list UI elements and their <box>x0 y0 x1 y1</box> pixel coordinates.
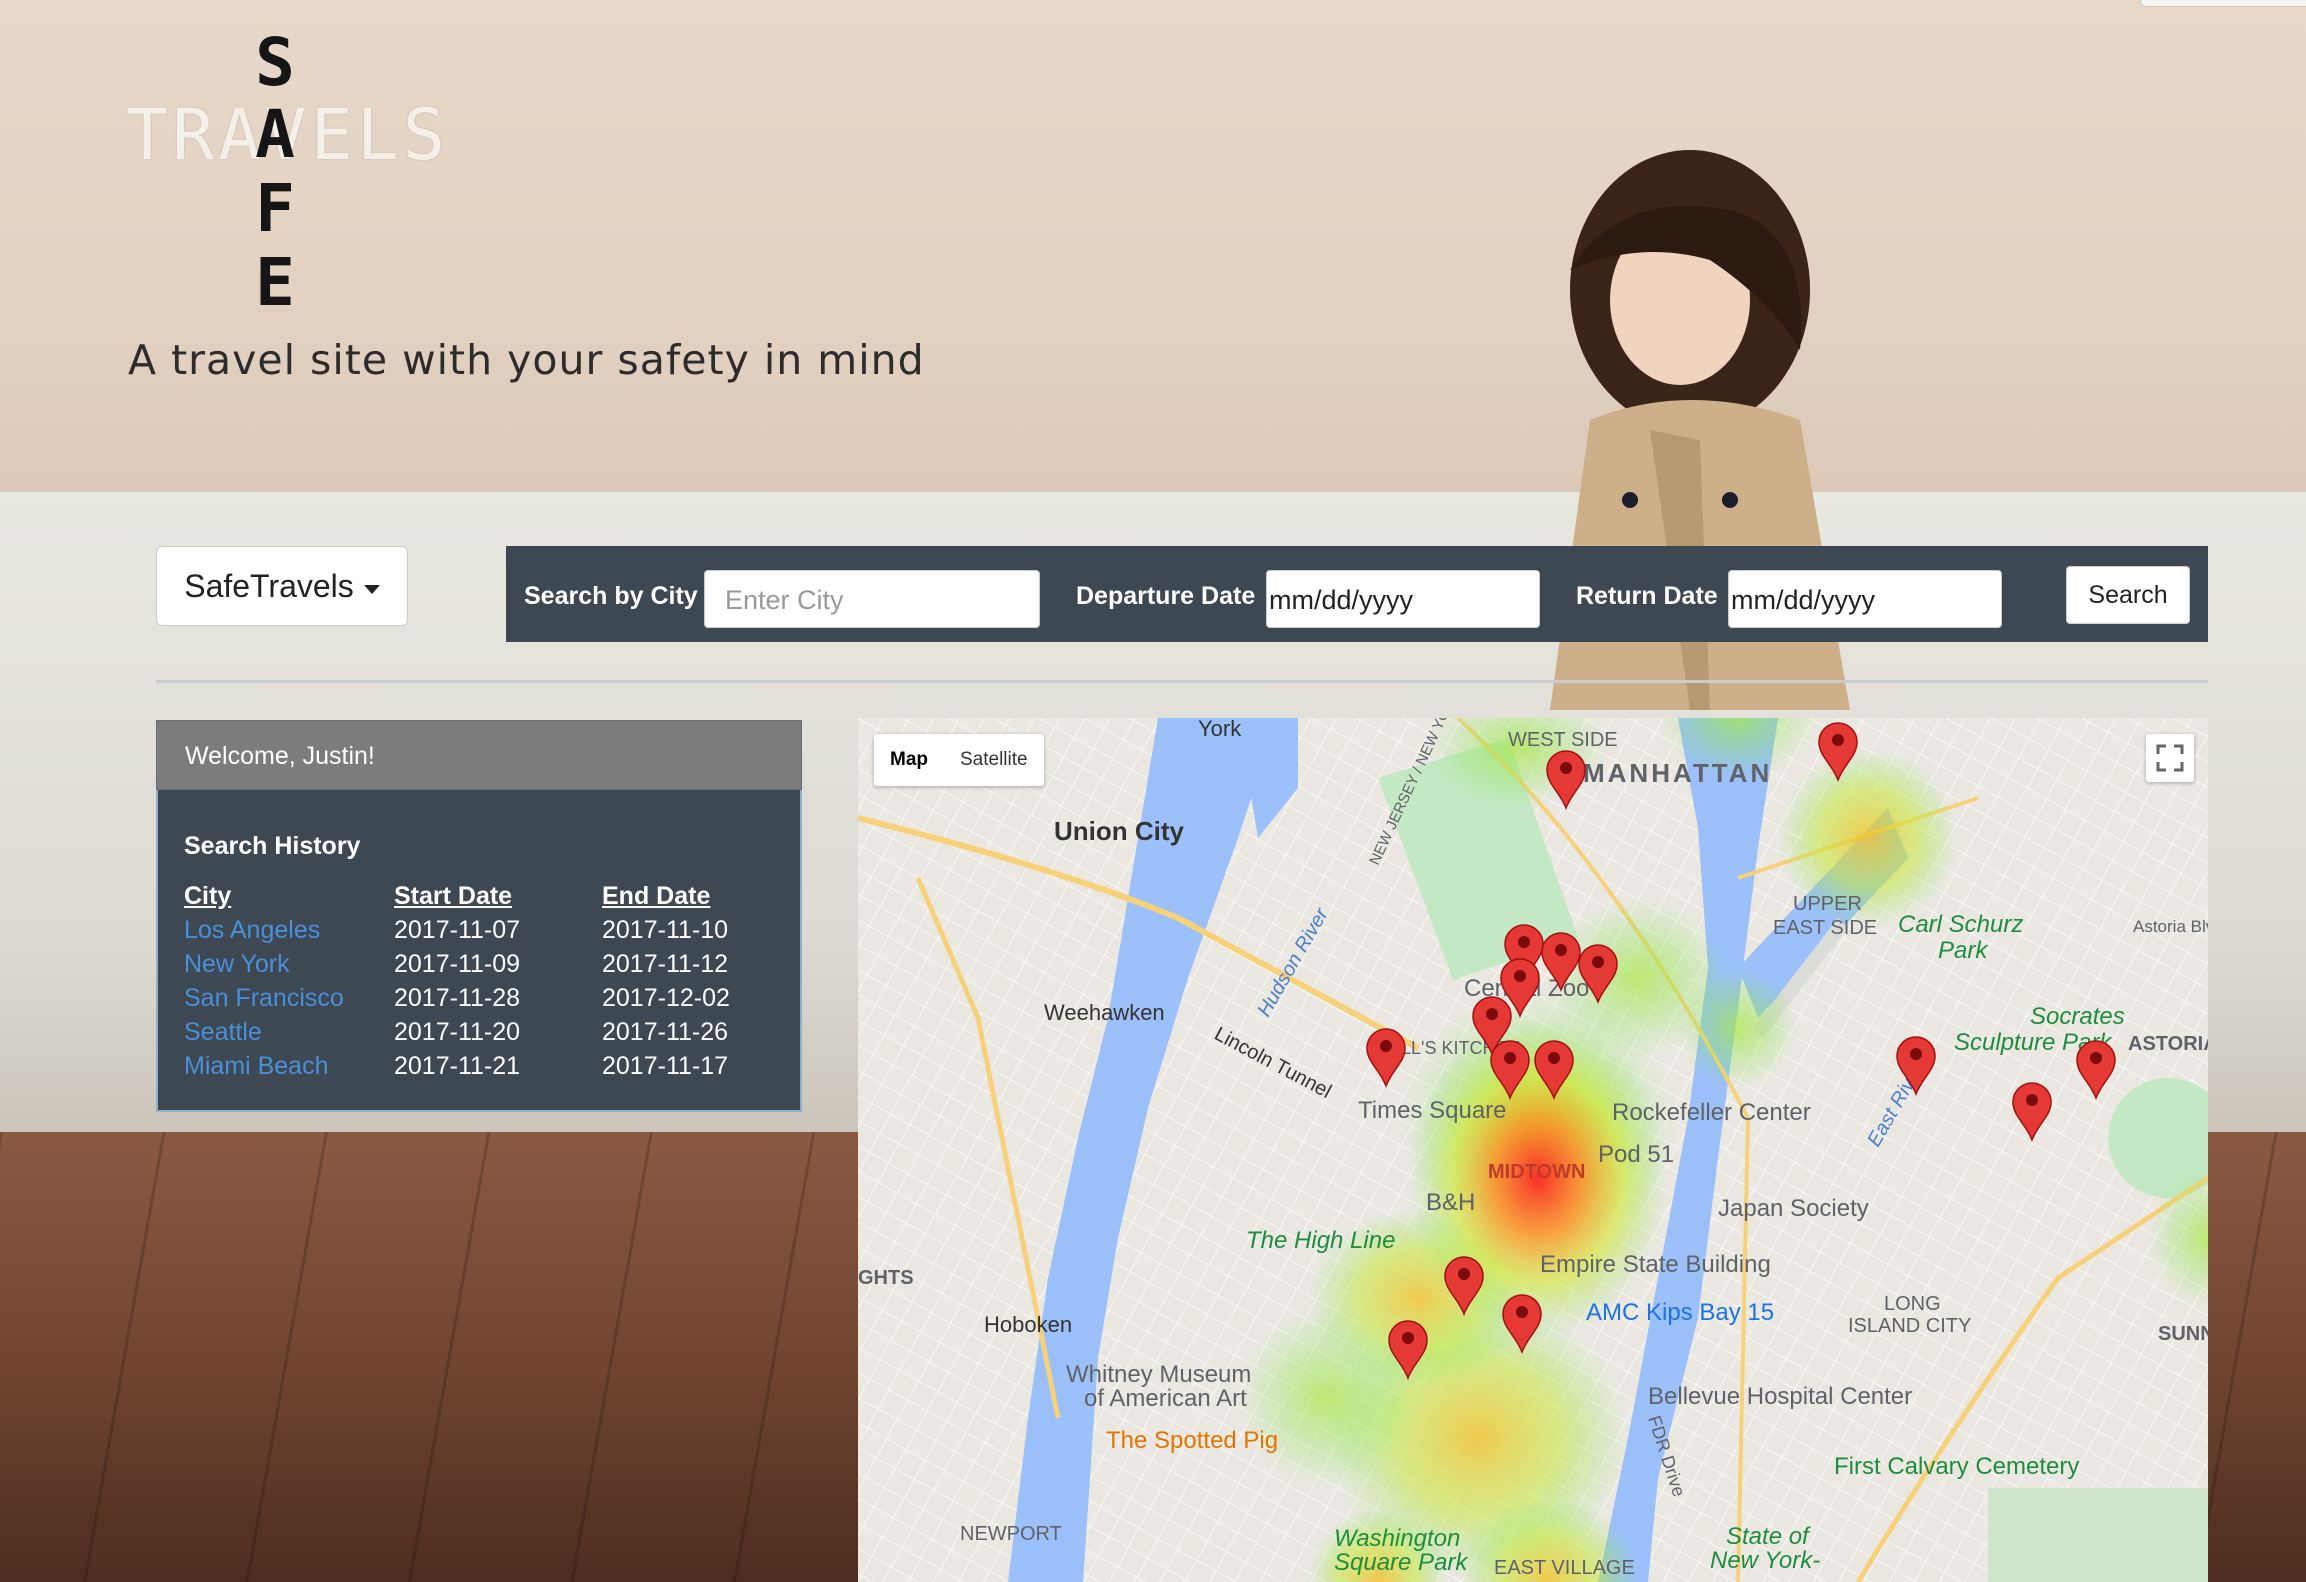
search-button[interactable]: Search <box>2066 566 2190 624</box>
map-canvas[interactable]: York WEST SIDE MANHATTAN Union City UPPE… <box>858 718 2208 1582</box>
city-label: Search by City <box>524 582 698 610</box>
logo-letter-e: E <box>255 244 295 321</box>
map-label: Carl Schurz <box>1898 911 2023 938</box>
table-row: New York 2017-11-09 2017-11-12 <box>184 947 782 981</box>
map-label: First Calvary Cemetery <box>1834 1453 2079 1480</box>
history-end-date: 2017-11-10 <box>602 915 729 944</box>
welcome-heading: Welcome, Justin! <box>156 720 802 790</box>
map-label: Empire State Building <box>1540 1251 1771 1278</box>
map-label: EAST SIDE <box>1773 917 1877 939</box>
search-history-body: Search History City Start Date End Date … <box>156 790 802 1112</box>
city-input[interactable]: Enter City <box>704 570 1040 628</box>
search-form: Search by City Enter City Departure Date… <box>506 546 2208 642</box>
map-label: Pod 51 <box>1598 1141 1674 1168</box>
brand-dropdown-label: SafeTravels <box>184 567 354 604</box>
map-label: Park <box>1938 937 1989 964</box>
history-start-date: 2017-11-21 <box>394 1051 521 1080</box>
tagline: A travel site with your safety in mind <box>128 336 925 384</box>
logo-travels-word: TRAVELS <box>126 94 450 176</box>
map-label: Whitney Museum <box>1066 1361 1251 1388</box>
map-label: EAST VILLAGE <box>1494 1557 1635 1579</box>
history-city-link[interactable]: Miami Beach <box>184 1049 394 1083</box>
map-label: Washington <box>1334 1525 1460 1552</box>
return-date-label: Return Date <box>1576 582 1718 610</box>
map-label: WEST SIDE <box>1508 729 1618 751</box>
column-header-city[interactable]: City <box>184 879 394 913</box>
map-label: ISLAND CITY <box>1848 1315 1971 1337</box>
fullscreen-button[interactable] <box>2146 734 2194 782</box>
map-label: LONG <box>1884 1293 1941 1315</box>
table-row: Miami Beach 2017-11-21 2017-11-17 <box>184 1049 782 1083</box>
map-label: New York- <box>1710 1547 1820 1574</box>
map-label: Astoria Blvd <box>2133 917 2208 936</box>
history-end-date: 2017-11-12 <box>602 949 729 978</box>
column-header-start-date[interactable]: Start Date <box>394 879 602 913</box>
map-label: The Spotted Pig <box>1106 1427 1278 1454</box>
logo-letter-s: S <box>255 24 295 101</box>
history-start-date: 2017-11-28 <box>394 983 521 1012</box>
map-type-control: Map Satellite <box>874 734 1044 786</box>
search-history-title: Search History <box>184 832 361 860</box>
welcome-panel: Welcome, Justin! Search History City Sta… <box>156 720 802 1112</box>
history-start-date: 2017-11-20 <box>394 1017 521 1046</box>
table-row: Los Angeles 2017-11-07 2017-11-10 <box>184 913 782 947</box>
map-label: Square Park <box>1334 1549 1469 1576</box>
map-label: SUNN <box>2158 1323 2208 1345</box>
departure-date-label: Departure Date <box>1076 582 1256 610</box>
map-label: MIDTOWN <box>1488 1161 1585 1183</box>
map-label: GHTS <box>858 1267 914 1289</box>
map-label: NEWPORT <box>960 1523 1062 1545</box>
hero-background <box>0 0 2306 492</box>
map-type-satellite-button[interactable]: Satellite <box>944 734 1044 786</box>
map-label: State of <box>1726 1523 1811 1550</box>
departure-date-input[interactable]: mm/dd/yyyy <box>1266 570 1540 628</box>
map-label: The High Line <box>1246 1227 1395 1254</box>
scroll-indicator[interactable] <box>2140 0 2306 7</box>
map-label: of American Art <box>1084 1385 1247 1412</box>
history-city-link[interactable]: Los Angeles <box>184 913 394 947</box>
heatmap-map[interactable]: York WEST SIDE MANHATTAN Union City UPPE… <box>858 718 2208 1582</box>
map-label: Rockefeller Center <box>1612 1099 1811 1126</box>
divider <box>156 680 2208 683</box>
map-label: Bellevue Hospital Center <box>1648 1383 1912 1410</box>
map-label: UPPER <box>1793 893 1862 915</box>
column-header-end-date[interactable]: End Date <box>602 879 782 913</box>
history-start-date: 2017-11-09 <box>394 949 521 978</box>
table-header-row: City Start Date End Date <box>184 879 782 913</box>
map-label: MANHATTAN <box>1583 758 1772 788</box>
history-start-date: 2017-11-07 <box>394 915 521 944</box>
history-end-date: 2017-11-26 <box>602 1017 729 1046</box>
map-label: Weehawken <box>1044 1000 1165 1025</box>
map-type-map-button[interactable]: Map <box>874 734 944 786</box>
map-label: Japan Society <box>1718 1195 1869 1222</box>
table-row: San Francisco 2017-11-28 2017-12-02 <box>184 981 782 1015</box>
logo-letter-f: F <box>255 170 295 247</box>
history-city-link[interactable]: Seattle <box>184 1015 394 1049</box>
table-row: Seattle 2017-11-20 2017-11-26 <box>184 1015 782 1049</box>
map-label: B&H <box>1426 1189 1475 1216</box>
map-label: ASTORIA <box>2128 1033 2208 1055</box>
map-label: Socrates <box>2030 1003 2125 1030</box>
history-city-link[interactable]: New York <box>184 947 394 981</box>
return-date-input[interactable]: mm/dd/yyyy <box>1728 570 2002 628</box>
search-history-table: City Start Date End Date Los Angeles 201… <box>184 879 782 1083</box>
brand-dropdown-button[interactable]: SafeTravels <box>156 546 408 626</box>
map-label: AMC Kips Bay 15 <box>1586 1299 1774 1326</box>
history-end-date: 2017-12-02 <box>602 983 730 1012</box>
logo-letter-a: A <box>255 96 295 173</box>
map-label: Union City <box>1054 816 1185 846</box>
map-label: York <box>1198 718 1242 741</box>
caret-down-icon <box>363 584 380 594</box>
history-end-date: 2017-11-17 <box>602 1051 729 1080</box>
fullscreen-icon <box>2156 744 2184 772</box>
history-city-link[interactable]: San Francisco <box>184 981 394 1015</box>
map-label: Times Square <box>1358 1097 1507 1124</box>
map-label: Hoboken <box>984 1312 1072 1337</box>
